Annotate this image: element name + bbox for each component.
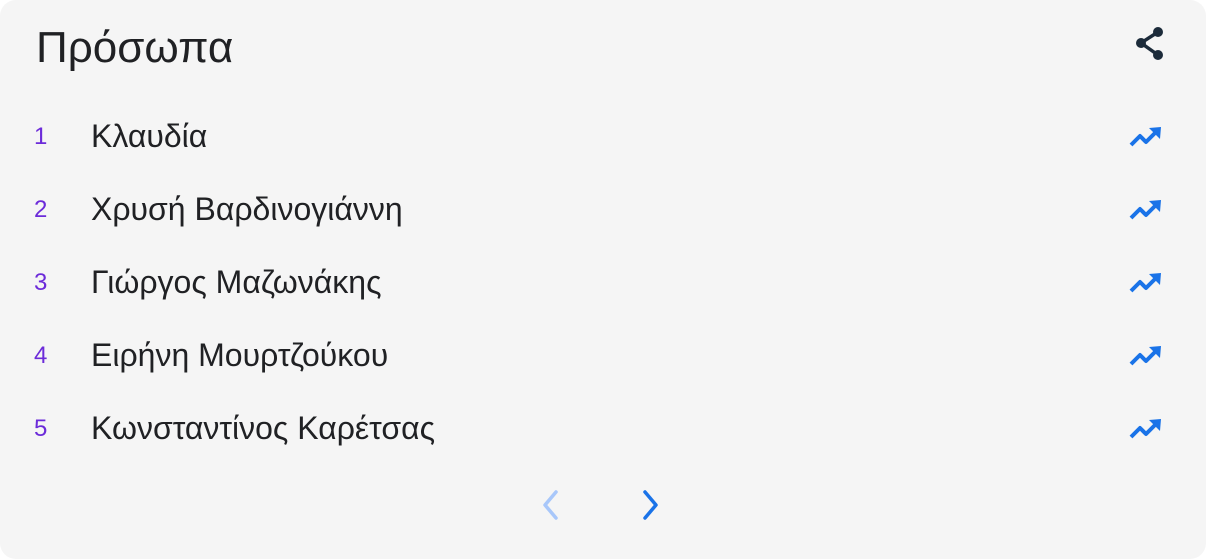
person-name[interactable]: Ειρήνη Μουρτζούκου (91, 335, 388, 375)
rank-number: 5 (34, 415, 48, 442)
rank-number: 1 (34, 123, 48, 150)
chevron-right-icon (643, 490, 658, 520)
share-icon (1136, 27, 1163, 60)
chevron-left-icon (543, 490, 558, 520)
trending-up-icon (1129, 200, 1161, 220)
next-page-button[interactable] (628, 480, 672, 530)
trending-up-icon (1129, 273, 1161, 293)
person-name[interactable]: Χρυσή Βαρδινογιάννη (91, 189, 403, 229)
previous-page-button[interactable] (529, 480, 573, 530)
people-list: 1 Κλαυδία 2 Χρυσή Βαρδινογιάννη 3 Γιώργο… (0, 100, 1206, 465)
rank-number: 2 (34, 196, 48, 223)
person-name[interactable]: Γιώργος Μαζωνάκης (91, 262, 381, 302)
list-item[interactable]: 3 Γιώργος Μαζωνάκης (0, 246, 1206, 319)
trending-up-icon (1129, 127, 1161, 147)
list-item[interactable]: 1 Κλαυδία (0, 100, 1206, 173)
person-name[interactable]: Κλαυδία (91, 116, 207, 156)
list-item[interactable]: 4 Ειρήνη Μουρτζούκου (0, 319, 1206, 392)
card-title: Πρόσωπα (36, 23, 234, 72)
share-button[interactable] (1128, 22, 1172, 66)
trending-up-icon (1129, 346, 1161, 366)
pagination (0, 480, 1206, 536)
list-item[interactable]: 2 Χρυσή Βαρδινογιάννη (0, 173, 1206, 246)
rank-number: 4 (34, 342, 48, 369)
rank-number: 3 (34, 269, 48, 296)
list-item[interactable]: 5 Κωνσταντίνος Καρέτσας (0, 392, 1206, 465)
trending-up-icon (1129, 419, 1161, 439)
trending-people-card: Πρόσωπα 1 Κλαυδία 2 Χρυσή Βαρδινογιάννη (0, 0, 1206, 559)
person-name[interactable]: Κωνσταντίνος Καρέτσας (91, 408, 435, 448)
